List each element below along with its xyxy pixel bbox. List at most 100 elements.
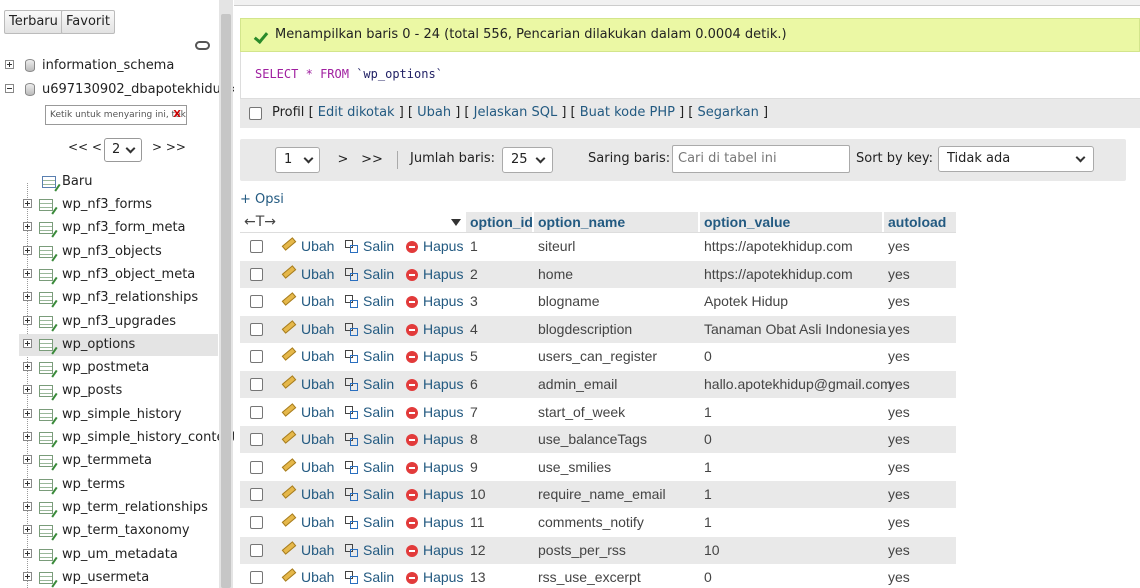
sidebar-item-wp-nf3-objects[interactable]: wp_nf3_objects (19, 241, 218, 263)
refresh-link[interactable]: Segarkan (698, 105, 759, 120)
row-copy-link[interactable]: Salin (363, 564, 394, 588)
row-delete-link[interactable]: Hapus (423, 316, 463, 343)
expand-icon[interactable] (5, 60, 14, 69)
cell-option-name[interactable]: use_balanceTags (538, 426, 647, 453)
cell-autoload[interactable]: yes (888, 426, 910, 453)
row-copy-link[interactable]: Salin (363, 509, 394, 536)
page-number-select[interactable]: 1 (275, 147, 320, 173)
row-edit-link[interactable]: Ubah (301, 564, 334, 588)
row-edit-link[interactable]: Ubah (301, 509, 334, 536)
link-icon[interactable] (195, 41, 210, 50)
table-label[interactable]: wp_term_taxonomy (62, 520, 190, 542)
row-copy-link[interactable]: Salin (363, 371, 394, 398)
expand-icon[interactable] (23, 245, 32, 255)
cell-option-value[interactable]: 1 (704, 454, 712, 481)
row-copy-link[interactable]: Salin (363, 399, 394, 426)
cell-option-name[interactable]: comments_notify (538, 509, 644, 536)
profil-checkbox[interactable] (249, 107, 262, 120)
cell-option-name[interactable]: use_smilies (538, 454, 611, 481)
table-label[interactable]: wp_options (62, 334, 135, 356)
sidebar-item-wp-simple-history[interactable]: wp_simple_history (19, 404, 218, 426)
cell-option-name[interactable]: start_of_week (538, 399, 625, 426)
row-copy-link[interactable]: Salin (363, 261, 394, 288)
row-edit-link[interactable]: Ubah (301, 316, 334, 343)
cell-autoload[interactable]: yes (888, 454, 910, 481)
cell-option-id[interactable]: 13 (470, 564, 486, 588)
row-edit-link[interactable]: Ubah (301, 288, 334, 315)
cell-autoload[interactable]: yes (888, 343, 910, 370)
cell-autoload[interactable]: yes (888, 288, 910, 315)
row-edit-link[interactable]: Ubah (301, 343, 334, 370)
expand-icon[interactable] (23, 222, 32, 232)
options-toggle-link[interactable]: + Opsi (240, 192, 284, 207)
sidebar-item-wp-usermeta[interactable]: wp_usermeta (19, 567, 218, 588)
row-delete-link[interactable]: Hapus (423, 454, 463, 481)
sidebar-item-wp-nf3-relationships[interactable]: wp_nf3_relationships (19, 287, 218, 309)
sidebar-item-wp-nf3-upgrades[interactable]: wp_nf3_upgrades (19, 311, 218, 333)
row-delete-link[interactable]: Hapus (423, 537, 463, 564)
expand-icon[interactable] (23, 408, 32, 418)
cell-option-name[interactable]: require_name_email (538, 481, 666, 508)
column-arrows-icon[interactable]: ←T→ (244, 212, 276, 232)
expand-icon[interactable] (23, 385, 32, 395)
table-label[interactable]: wp_posts (62, 380, 122, 402)
cell-option-value[interactable]: 1 (704, 481, 712, 508)
table-label[interactable]: wp_um_metadata (62, 544, 178, 566)
cell-option-name[interactable]: admin_email (538, 371, 617, 398)
expand-icon[interactable] (23, 432, 32, 441)
row-copy-link[interactable]: Salin (363, 288, 394, 315)
cell-option-id[interactable]: 4 (470, 316, 478, 343)
row-delete-link[interactable]: Hapus (423, 261, 463, 288)
collapse-icon[interactable] (5, 84, 14, 93)
rows-per-page-select[interactable]: 25 (502, 147, 553, 173)
sidebar-scrollbar[interactable] (219, 0, 233, 588)
last-page-button[interactable]: >> (358, 147, 386, 173)
row-copy-link[interactable]: Salin (363, 454, 394, 481)
new-table-label[interactable]: Baru (62, 171, 92, 193)
expand-icon[interactable] (23, 338, 32, 348)
row-edit-link[interactable]: Ubah (301, 233, 334, 260)
sidebar-item-wp-options[interactable]: wp_options (19, 333, 218, 356)
row-edit-link[interactable]: Ubah (301, 371, 334, 398)
cell-option-value[interactable]: Tanaman Obat Asli Indonesia (704, 316, 886, 343)
cell-option-id[interactable]: 5 (470, 343, 478, 370)
row-checkbox[interactable] (250, 267, 263, 281)
table-label[interactable]: wp_nf3_objects (62, 241, 162, 263)
row-checkbox[interactable] (250, 543, 263, 557)
sidebar-item-wp-posts[interactable]: wp_posts (19, 380, 218, 402)
cell-option-value[interactable]: 1 (704, 399, 712, 426)
sidebar-item-wp-postmeta[interactable]: wp_postmeta (19, 357, 218, 379)
row-delete-link[interactable]: Hapus (423, 343, 463, 370)
row-checkbox[interactable] (250, 488, 263, 502)
cell-option-name[interactable]: rss_use_excerpt (538, 564, 641, 588)
table-filter-input[interactable]: Ketik untuk menyaring ini, tek X (45, 105, 187, 125)
table-label[interactable]: wp_postmeta (62, 357, 149, 379)
cell-option-name[interactable]: home (538, 261, 573, 288)
row-copy-link[interactable]: Salin (363, 316, 394, 343)
explain-sql-link[interactable]: Jelaskan SQL (474, 105, 558, 120)
clear-filter-icon[interactable]: X (173, 106, 181, 124)
expand-icon[interactable] (23, 525, 32, 535)
cell-option-id[interactable]: 7 (470, 399, 478, 426)
expand-icon[interactable] (23, 292, 32, 302)
cell-autoload[interactable]: yes (888, 481, 910, 508)
next-page-button[interactable]: > (330, 147, 356, 173)
row-checkbox[interactable] (250, 350, 263, 364)
cell-option-name[interactable]: posts_per_rss (538, 537, 626, 564)
cell-autoload[interactable]: yes (888, 371, 910, 398)
sort-dropdown-icon[interactable] (451, 219, 461, 226)
row-checkbox[interactable] (250, 378, 263, 391)
row-edit-link[interactable]: Ubah (301, 537, 334, 564)
cell-autoload[interactable]: yes (888, 233, 910, 260)
edit-query-link[interactable]: Ubah (417, 105, 451, 120)
row-delete-link[interactable]: Hapus (423, 481, 463, 508)
expand-icon[interactable] (23, 315, 32, 325)
table-label[interactable]: wp_terms (62, 474, 125, 496)
table-label[interactable]: wp_nf3_forms (62, 194, 152, 216)
row-edit-link[interactable]: Ubah (301, 399, 334, 426)
row-copy-link[interactable]: Salin (363, 537, 394, 564)
cell-option-value[interactable]: hallo.apotekhidup@gmail.com (704, 371, 892, 398)
row-edit-link[interactable]: Ubah (301, 481, 334, 508)
column-header-option-value[interactable]: option_value (700, 212, 882, 232)
new-table-item[interactable]: Baru (0, 171, 218, 193)
